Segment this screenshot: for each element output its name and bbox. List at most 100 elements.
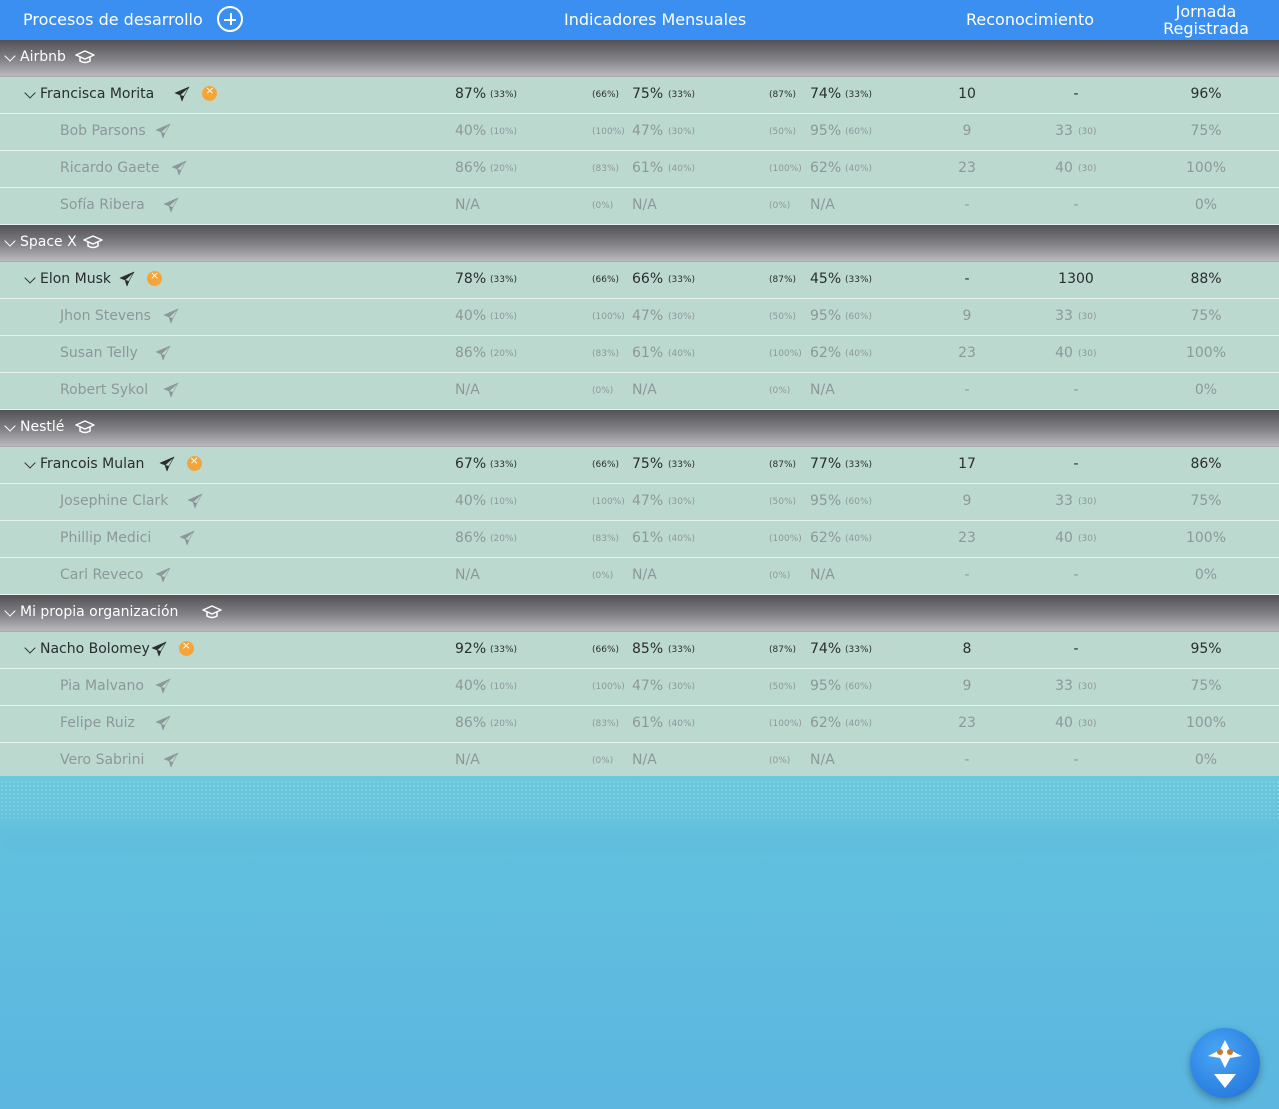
team-lead-row[interactable]: Francois Mulan67%(33%)(66%)75%(33%)(87%)… xyxy=(0,447,1279,484)
member-row[interactable]: Bob Parsons 40% (10%) (100%) 47% (30%) (50%) 95… xyxy=(0,114,1279,151)
graduation-cap-icon[interactable] xyxy=(75,419,96,435)
jornada-value: 95% xyxy=(1190,641,1222,657)
paper-plane-icon[interactable] xyxy=(159,456,175,472)
orange-x-badge-icon[interactable] xyxy=(147,269,163,286)
add-process-button[interactable] xyxy=(217,6,243,32)
indicator-1-value: 40% xyxy=(455,308,487,324)
paper-plane-icon[interactable] xyxy=(174,86,190,102)
group-row[interactable]: Mi propia organización xyxy=(0,595,1279,632)
chevron-down-icon[interactable] xyxy=(4,50,16,62)
assistant-button[interactable] xyxy=(1190,1028,1260,1098)
indicator-3-value: 62% xyxy=(810,530,842,546)
graduation-cap-icon[interactable] xyxy=(75,49,96,65)
person-name[interactable]: Sofía Ribera xyxy=(60,197,145,213)
paper-plane-icon[interactable] xyxy=(155,715,171,731)
person-name[interactable]: Robert Sykol xyxy=(60,382,148,398)
person-name[interactable]: Bob Parsons xyxy=(60,123,146,139)
member-row[interactable]: Vero Sabrini N/A (0%) N/A (0%) N/A - - 0% xyxy=(0,743,1279,780)
jornada-value: 0% xyxy=(1194,567,1218,583)
chevron-down-icon[interactable] xyxy=(24,272,36,284)
header-processes: Procesos de desarrollo xyxy=(23,10,203,29)
paper-plane-icon[interactable] xyxy=(151,641,167,657)
orange-x-badge-icon[interactable] xyxy=(178,639,194,656)
person-name[interactable]: Francois Mulan xyxy=(40,456,144,472)
person-name[interactable]: Phillip Medici xyxy=(60,530,151,546)
group-row[interactable]: Airbnb xyxy=(0,40,1279,77)
person-name[interactable]: Josephine Clark xyxy=(60,493,168,509)
paper-plane-icon[interactable] xyxy=(163,382,179,398)
person-name[interactable]: Felipe Ruiz xyxy=(60,715,135,731)
recognition-count: 9 xyxy=(962,493,972,509)
indicator-2-value: 47% xyxy=(632,493,664,509)
person-name[interactable]: Carl Reveco xyxy=(60,567,143,583)
group-row[interactable]: Nestlé xyxy=(0,410,1279,447)
graduation-cap-icon[interactable] xyxy=(202,604,222,620)
member-row[interactable]: Pia Malvano 40% (10%) (100%) 47% (30%) (50%) 95… xyxy=(0,669,1279,706)
indicator-3-value: 62% xyxy=(810,160,842,176)
team-lead-row[interactable]: Elon Musk78%(33%)(66%)66%(33%)(87%)45%(3… xyxy=(0,262,1279,299)
person-name[interactable]: Pia Malvano xyxy=(60,678,144,694)
indicator-3-value: 95% xyxy=(810,678,842,694)
paper-plane-icon[interactable] xyxy=(119,271,135,287)
member-row[interactable]: Jhon Stevens 40% (10%) (100%) 47% (30%) (50%) 9… xyxy=(0,299,1279,336)
paper-plane-icon[interactable] xyxy=(187,493,203,509)
indicator-1-value: 40% xyxy=(455,493,487,509)
paper-plane-icon[interactable] xyxy=(155,123,171,139)
member-row[interactable]: Susan Telly 86% (20%) (83%) 61% (40%) (100%) 62… xyxy=(0,336,1279,373)
jornada-value: 75% xyxy=(1190,308,1222,324)
indicator-2-prev: (100%) xyxy=(592,682,625,692)
person-name[interactable]: Jhon Stevens xyxy=(60,308,151,324)
graduation-cap-icon[interactable] xyxy=(83,234,104,250)
paper-plane-icon[interactable] xyxy=(155,567,171,583)
paper-plane-icon[interactable] xyxy=(179,530,195,546)
member-row[interactable]: Carl Reveco N/A (0%) N/A (0%) N/A - - 0% xyxy=(0,558,1279,595)
person-name[interactable]: Nacho Bolomey xyxy=(40,641,150,657)
paper-plane-icon[interactable] xyxy=(171,160,187,176)
paper-plane-icon[interactable] xyxy=(163,308,179,324)
jornada-value: 86% xyxy=(1190,456,1222,472)
indicator-2-sub: (40%) xyxy=(668,534,696,544)
recognition-points: 40 xyxy=(1055,530,1073,546)
person-name[interactable]: Susan Telly xyxy=(60,345,138,361)
indicator-2-prev: (100%) xyxy=(592,497,625,507)
chevron-down-icon[interactable] xyxy=(24,457,36,469)
chevron-down-icon[interactable] xyxy=(4,420,16,432)
member-row[interactable]: Phillip Medici 86% (20%) (83%) 61% (40%) (100%… xyxy=(0,521,1279,558)
indicator-2-sub: (30%) xyxy=(668,312,696,322)
orange-x-badge-icon[interactable] xyxy=(202,84,218,101)
jornada-value: 100% xyxy=(1185,160,1227,176)
paper-plane-icon[interactable] xyxy=(155,345,171,361)
chevron-down-icon[interactable] xyxy=(24,87,36,99)
paper-plane-icon[interactable] xyxy=(163,197,179,213)
indicator-1-value: 40% xyxy=(455,123,487,139)
person-name[interactable]: Elon Musk xyxy=(40,271,111,287)
indicator-2-value: 47% xyxy=(632,308,664,324)
paper-plane-icon[interactable] xyxy=(155,678,171,694)
indicator-3-prev: (0%) xyxy=(769,386,791,396)
indicator-2-value: N/A xyxy=(632,752,657,768)
jornada-value: 96% xyxy=(1190,86,1222,102)
team-lead-row[interactable]: Nacho Bolomey92%(33%)(66%)85%(33%)(87%)7… xyxy=(0,632,1279,669)
indicator-1-value: 86% xyxy=(455,160,487,176)
group-name: Airbnb xyxy=(20,49,66,65)
member-row[interactable]: Sofía Ribera N/A (0%) N/A (0%) N/A - - 0% xyxy=(0,188,1279,225)
member-row[interactable]: Josephine Clark 40% (10%) (100%) 47% (30%) (50… xyxy=(0,484,1279,521)
person-name[interactable]: Vero Sabrini xyxy=(60,752,144,768)
paper-plane-icon[interactable] xyxy=(163,752,179,768)
chevron-down-icon[interactable] xyxy=(4,605,16,617)
team-lead-row[interactable]: Francisca Morita87%(33%)(66%)75%(33%)(87… xyxy=(0,77,1279,114)
orange-x-badge-icon[interactable] xyxy=(186,454,202,471)
indicator-1-value: 78% xyxy=(455,271,487,287)
person-name[interactable]: Ricardo Gaete xyxy=(60,160,159,176)
indicator-3-prev: (87%) xyxy=(769,460,797,470)
member-row[interactable]: Ricardo Gaete 86% (20%) (83%) 61% (40%) (100%)… xyxy=(0,151,1279,188)
group-row[interactable]: Space X xyxy=(0,225,1279,262)
chevron-down-icon[interactable] xyxy=(24,642,36,654)
recognition-points: 33 xyxy=(1055,123,1073,139)
person-name[interactable]: Francisca Morita xyxy=(40,86,154,102)
chevron-down-icon[interactable] xyxy=(4,235,16,247)
recognition-points-sub: (30) xyxy=(1078,164,1097,174)
indicator-1-value: 40% xyxy=(455,678,487,694)
member-row[interactable]: Robert Sykol N/A (0%) N/A (0%) N/A - - 0% xyxy=(0,373,1279,410)
member-row[interactable]: Felipe Ruiz 86% (20%) (83%) 61% (40%) (100%) 62… xyxy=(0,706,1279,743)
